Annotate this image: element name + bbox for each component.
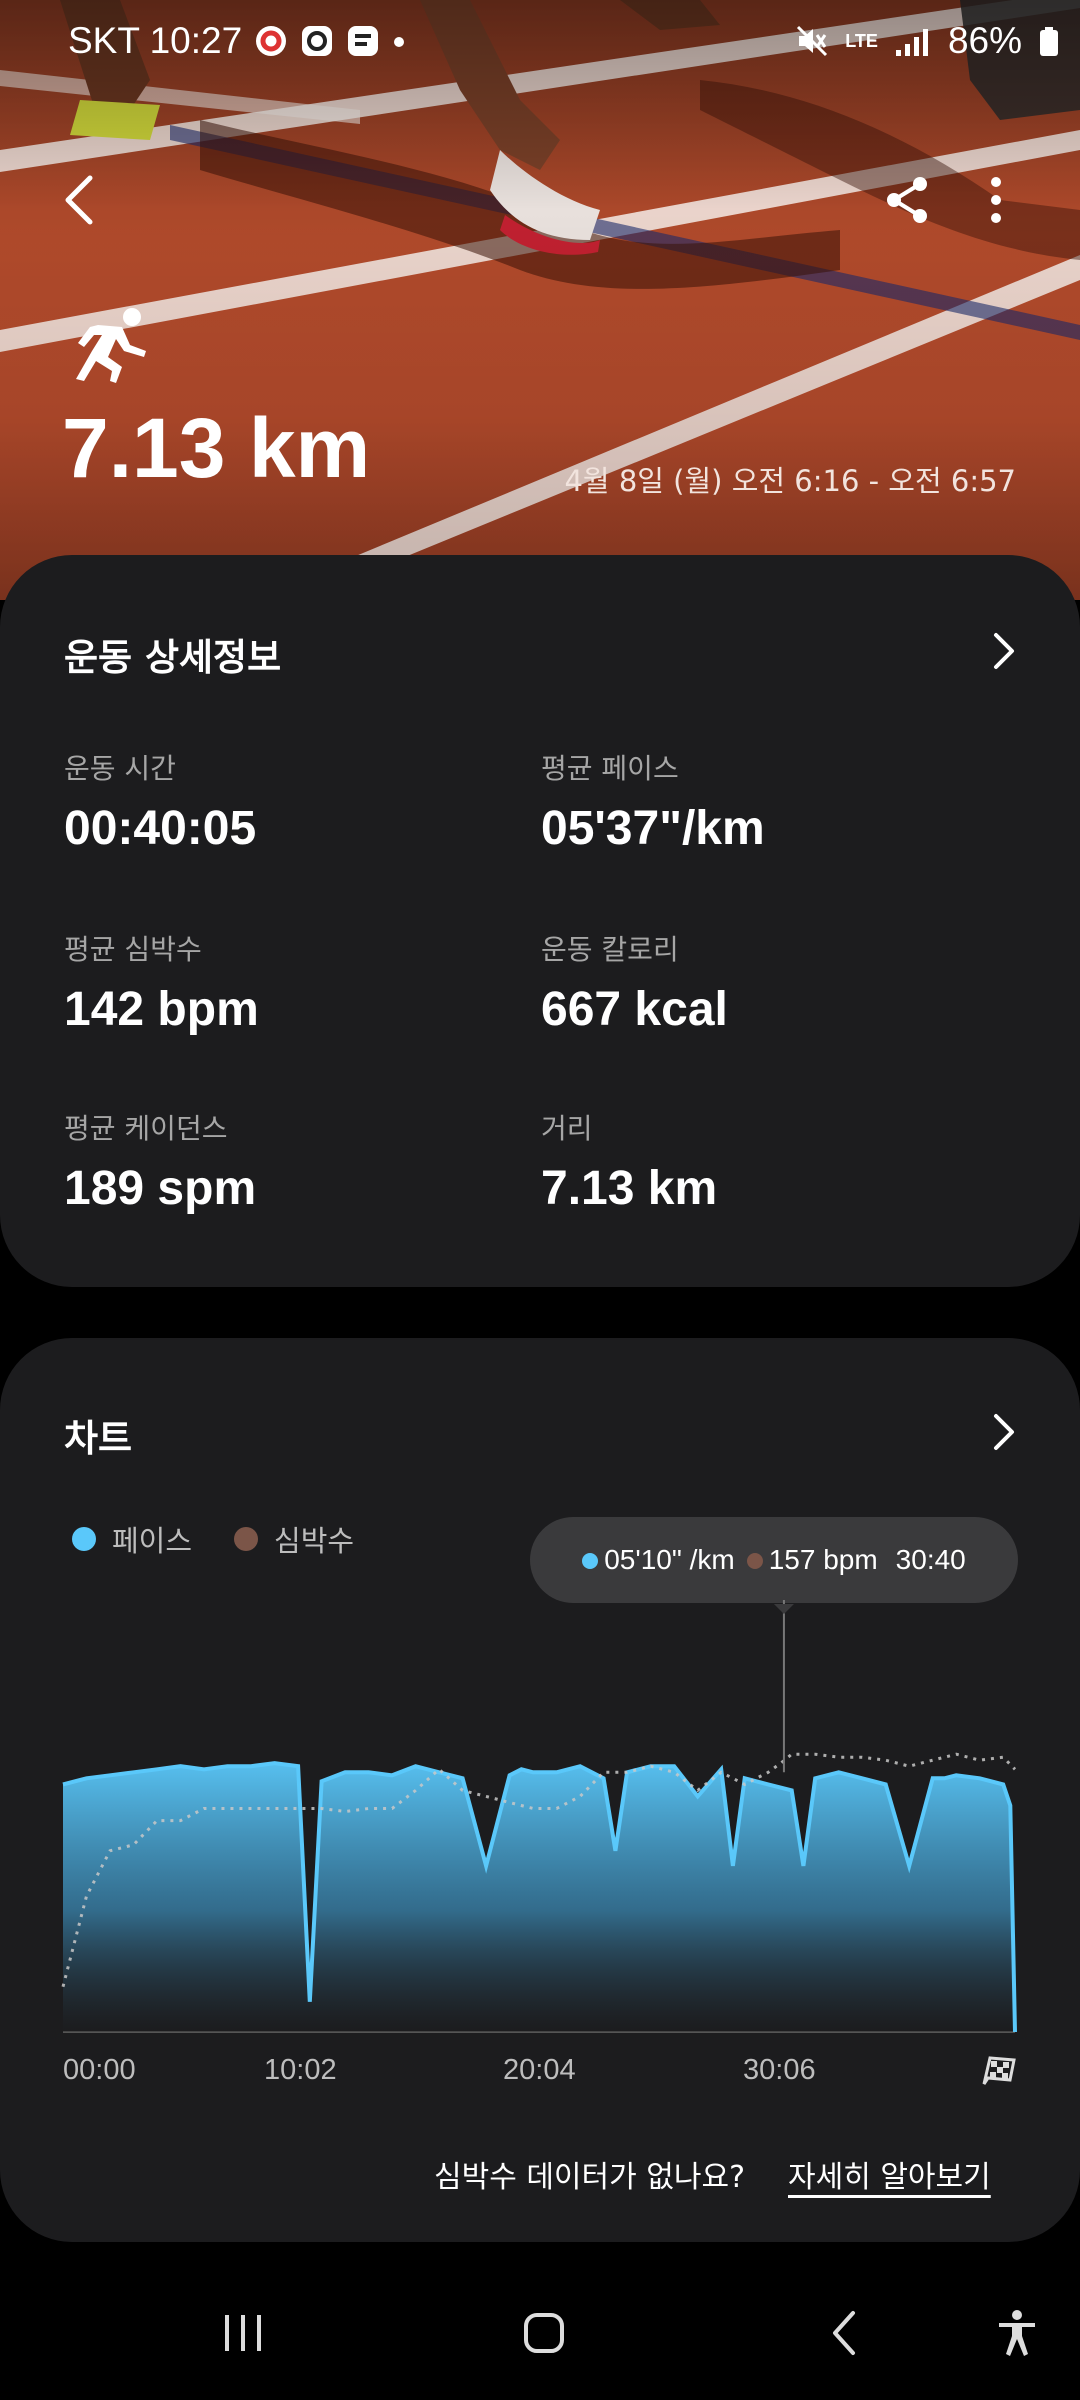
- x-tick-label: 30:06: [743, 2054, 816, 2086]
- stat-avg-heart-rate: 평균 심박수 142 bpm: [64, 928, 259, 1037]
- share-button[interactable]: [868, 160, 948, 240]
- chart-title: 차트: [64, 1417, 133, 1460]
- back-arrow-icon: [65, 175, 93, 225]
- navigation-bar: [0, 2268, 1080, 2400]
- lte-icon: LTE: [845, 31, 878, 51]
- stat-distance: 거리 7.13 km: [541, 1107, 717, 1216]
- stat-value: 142 bpm: [64, 983, 259, 1036]
- x-tick-label: 10:02: [264, 2054, 337, 2086]
- share-icon: [887, 177, 927, 223]
- carrier-time: SKT 10:27: [68, 20, 243, 61]
- details-title: 운동 상세정보: [64, 636, 282, 679]
- stat-calories: 운동 칼로리 667 kcal: [541, 928, 728, 1037]
- stat-label: 운동 시간: [64, 752, 176, 785]
- recents-icon: [225, 2315, 261, 2351]
- home-icon: [524, 2313, 564, 2353]
- dot-icon: [394, 37, 405, 47]
- date-range: 4월 8일 (월) 오전 6:16 - 오전 6:57: [564, 464, 1016, 498]
- legend-pace-label: 페이스: [112, 1524, 193, 1558]
- checkered-flag-icon: [982, 2056, 1016, 2085]
- stat-avg-cadence: 평균 케이던스 189 spm: [64, 1107, 256, 1216]
- nav-back-button[interactable]: [800, 2288, 890, 2378]
- running-track-background: [0, 0, 1080, 600]
- chevron-right-icon[interactable]: [980, 627, 1028, 675]
- stat-duration: 운동 시간 00:40:05: [64, 747, 256, 856]
- total-distance: 7.13 km: [62, 401, 371, 495]
- stat-value: 189 spm: [64, 1162, 257, 1215]
- battery-percent: 86%: [947, 20, 1022, 61]
- tooltip-pointer-caret: [773, 1604, 794, 1614]
- nav-back-icon: [833, 2311, 855, 2355]
- workout-details-card[interactable]: 운동 상세정보 운동 시간 00:40:05 평균 페이스 05'37"/km …: [0, 555, 1080, 1287]
- stat-label: 평균 케이던스: [64, 1112, 228, 1145]
- stat-value: 00:40:05: [64, 802, 257, 855]
- pace-heart-rate-chart[interactable]: [0, 1600, 1080, 2050]
- tooltip-pace: 05'10" /km: [604, 1544, 735, 1575]
- recents-button[interactable]: [198, 2288, 288, 2378]
- mute-icon: [797, 25, 828, 57]
- pace-area: [63, 1763, 1015, 2032]
- stat-value: 667 kcal: [541, 983, 728, 1036]
- stat-label: 거리: [541, 1112, 593, 1145]
- notification-app-icon: [256, 26, 287, 56]
- stat-label: 평균 심박수: [64, 933, 202, 966]
- stat-label: 평균 페이스: [541, 752, 679, 785]
- legend-heart-rate-dot: [234, 1527, 259, 1551]
- accessibility-button[interactable]: [972, 2288, 1062, 2378]
- legend-pace-dot: [72, 1527, 96, 1551]
- home-button[interactable]: [499, 2288, 589, 2378]
- chart-tooltip: 05'10" /km 157 bpm 30:40: [530, 1517, 1018, 1603]
- chevron-right-icon[interactable]: [980, 1408, 1028, 1456]
- notification-app-icon: [302, 26, 333, 56]
- x-tick-label: 20:04: [503, 2054, 576, 2086]
- stat-value: 05'37"/km: [541, 802, 765, 855]
- tooltip-pace-dot: [582, 1553, 599, 1569]
- accessibility-icon: [999, 2310, 1035, 2356]
- tooltip-heart-rate-dot: [746, 1553, 763, 1569]
- running-person-icon: [76, 308, 146, 383]
- hero-banner: SKT 10:27 LTE 86% 7.13 km 4월 8일 (월) 오전 6…: [0, 0, 1080, 600]
- more-options-button[interactable]: [956, 160, 1036, 240]
- tooltip-time: 30:40: [895, 1544, 966, 1575]
- x-tick-label: 00:00: [63, 2054, 136, 2086]
- chart-legend: 페이스 심박수: [72, 1518, 354, 1560]
- notification-app-icon: [348, 26, 379, 56]
- stat-value: 7.13 km: [541, 1162, 718, 1215]
- status-bar: SKT 10:27 LTE 86%: [0, 0, 1080, 86]
- help-question: 심박수 데이터가 없나요?: [434, 2160, 745, 2195]
- battery-icon: [1040, 27, 1058, 56]
- legend-heart-rate-label: 심박수: [274, 1524, 355, 1558]
- stat-label: 운동 칼로리: [541, 933, 679, 966]
- back-button[interactable]: [40, 160, 120, 240]
- stat-avg-pace: 평균 페이스 05'37"/km: [541, 747, 765, 856]
- tooltip-heart-rate: 157 bpm: [768, 1544, 878, 1575]
- more-vertical-icon: [991, 177, 1001, 223]
- signal-icon: [895, 29, 928, 56]
- learn-more-link[interactable]: 자세히 알아보기: [788, 2152, 991, 2196]
